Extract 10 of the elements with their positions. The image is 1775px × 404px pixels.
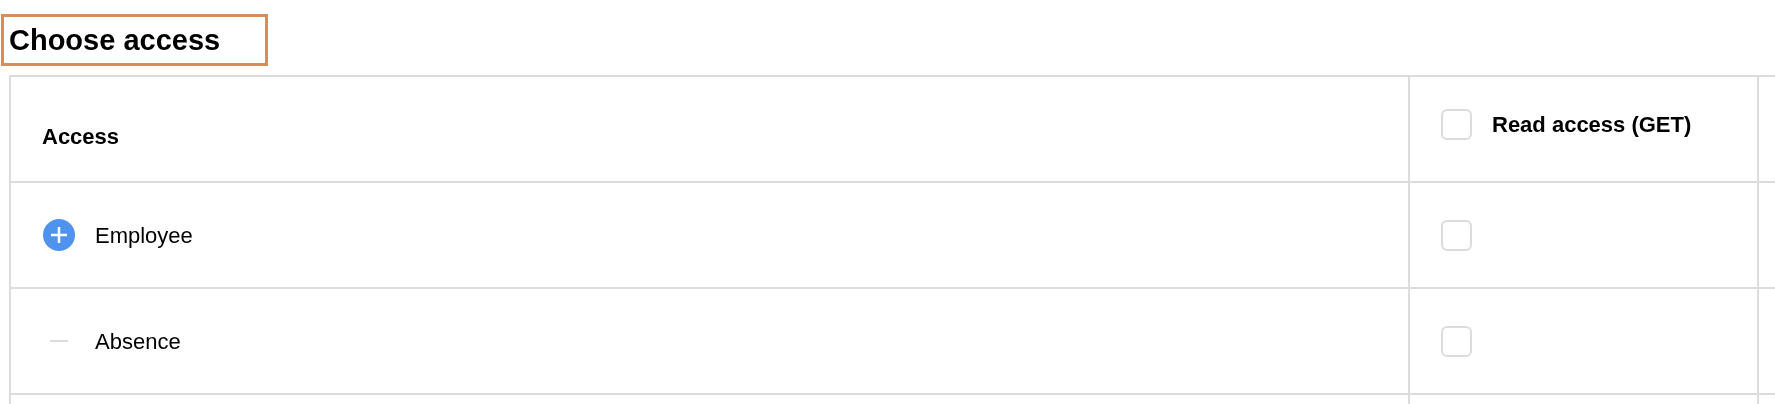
column-header: Read access (GET): [1492, 111, 1692, 139]
checkbox[interactable]: [1441, 109, 1472, 140]
checkbox[interactable]: [1441, 325, 1472, 357]
row-label: Employee: [95, 221, 193, 250]
expand-plus-icon[interactable]: [43, 219, 75, 251]
checkbox[interactable]: [1441, 219, 1472, 251]
page-heading: Choose access: [9, 25, 221, 55]
row-label: Absence: [95, 327, 181, 356]
dash-icon: [50, 340, 68, 342]
column-header: Access: [42, 123, 120, 149]
